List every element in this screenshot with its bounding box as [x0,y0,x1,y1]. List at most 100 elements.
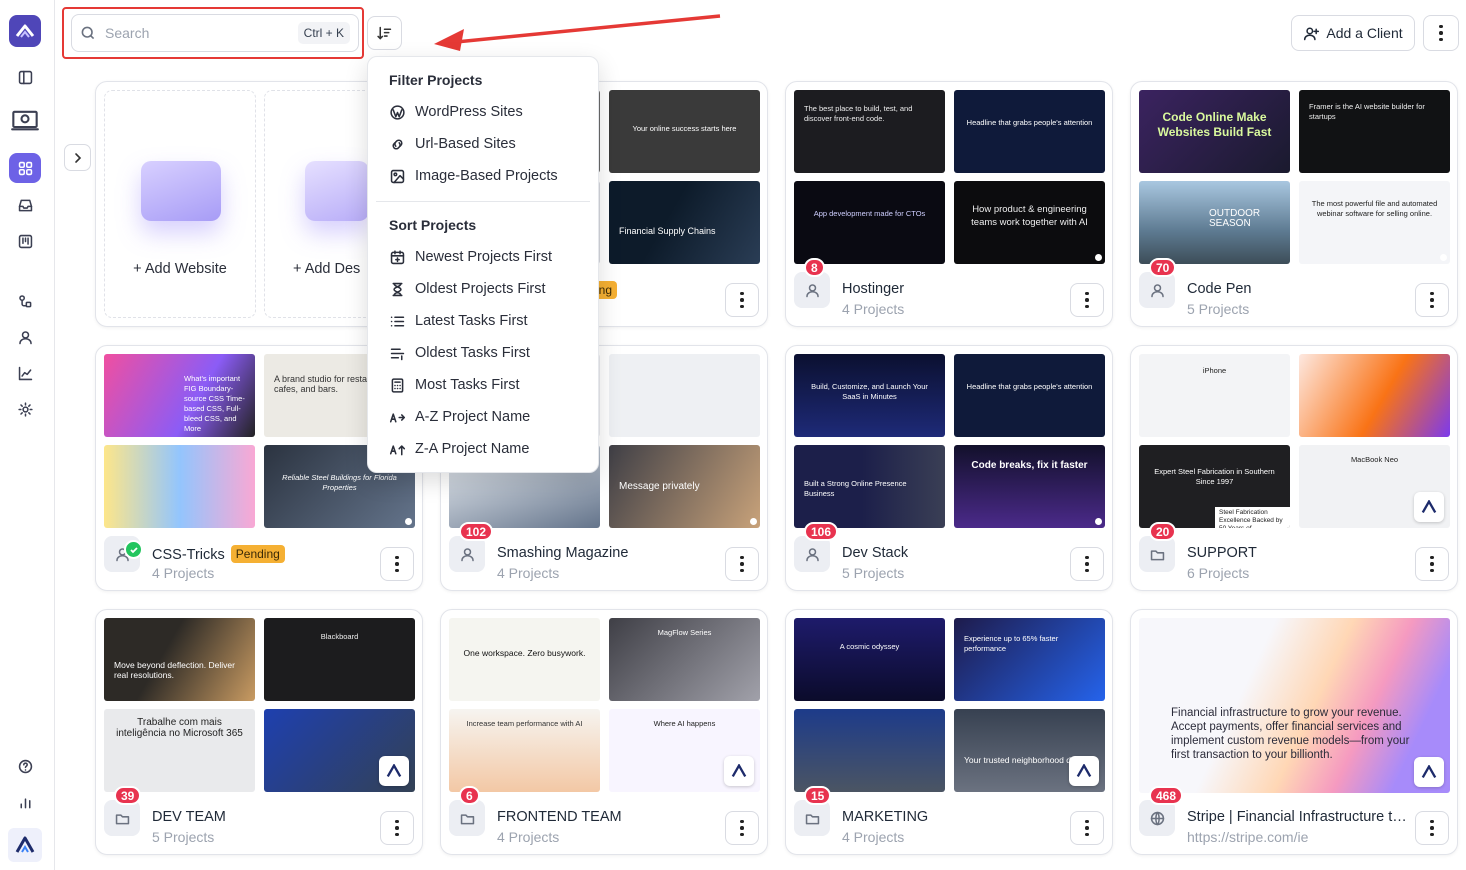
sort-most-tasks[interactable]: Most Tasks First [389,371,589,399]
thumbnail [104,445,255,528]
filter-wordpress-sites[interactable]: WordPress Sites [389,98,589,126]
card-subtitle: 5 Projects [1187,301,1250,317]
thumbnail [609,354,760,437]
project-card[interactable]: iPhone Expert Steel Fabrication in South… [1130,345,1458,591]
sidebar-toggle-icon[interactable] [9,62,41,92]
search-input[interactable] [105,25,298,41]
design-illustration [305,161,369,221]
sidebar-item-integrations[interactable] [9,286,41,316]
thumbnail: The best place to build, test, and disco… [794,90,945,173]
more-vertical-icon [740,291,744,309]
thumbnail: Your trusted neighborhood dentist [954,709,1105,792]
card-more-button[interactable] [1070,547,1104,581]
menu-item-label: Url-Based Sites [415,136,516,152]
thumbnail: Build, Customize, and Launch Your SaaS i… [794,354,945,437]
filter-image-based-projects[interactable]: Image-Based Projects [389,162,589,190]
wordpress-icon [390,104,405,120]
card-more-button[interactable] [1415,811,1449,845]
sort-z-a[interactable]: Z-A Project Name [389,435,589,463]
thumbnail: Move beyond deflection. Deliver real res… [104,618,255,701]
thumbnail: Headline that grabs people's attention [954,90,1105,173]
avatar [1139,272,1175,308]
thumbnail: Financial Supply Chains [609,181,760,264]
integrations-icon [18,294,31,307]
project-card[interactable]: Financial infrastructure to grow your re… [1130,609,1458,855]
card-more-button[interactable] [725,811,759,845]
sort-a-z[interactable]: A-Z Project Name [389,403,589,431]
thumbnail: Expert Steel Fabrication in Southern Sin… [1139,445,1290,528]
avatar [1139,536,1175,572]
card-more-button[interactable] [1070,811,1104,845]
sort-oldest-tasks[interactable]: Oldest Tasks First [389,339,589,367]
filter-heading: Filter Projects [389,72,483,88]
help-button[interactable] [9,751,41,781]
project-card[interactable]: Build, Customize, and Launch Your SaaS i… [785,345,1113,591]
card-more-button[interactable] [380,547,414,581]
filter-url-based-sites[interactable]: Url-Based Sites [389,130,589,158]
card-more-button[interactable] [725,547,759,581]
inbox-icon [18,199,32,211]
thumbnail: Increase team performance with AI [449,709,600,792]
add-client-label: Add a Client [1326,25,1403,41]
expand-panel-button[interactable] [64,144,91,171]
card-more-button[interactable] [725,283,759,317]
globe-icon [1150,811,1164,825]
workspace-illustration-icon[interactable] [9,102,41,138]
folder-icon [460,813,474,824]
sort-oldest-projects[interactable]: Oldest Projects First [389,275,589,303]
sort-filter-button[interactable] [367,16,402,50]
project-card[interactable]: Code Online Make Websites Build Fast Fra… [1130,81,1458,327]
a-z-icon [389,412,406,423]
notification-count: 70 [1149,258,1177,277]
thumbnail: Financial infrastructure to grow your re… [1139,618,1450,793]
sidebar-item-users[interactable] [9,322,41,352]
check-icon [124,540,143,559]
project-card[interactable]: Move beyond deflection. Deliver real res… [95,609,423,855]
annotation-arrow [434,14,721,51]
menu-item-label: A-Z Project Name [415,409,531,425]
add-client-button[interactable]: Add a Client [1291,15,1415,51]
notification-count: 8 [804,258,825,277]
add-user-icon [1304,26,1320,40]
brand-badge [379,756,409,786]
search-bar[interactable]: Ctrl + K [71,14,359,52]
board-icon [18,234,32,248]
app-logo[interactable] [9,15,41,47]
user-icon [1150,283,1164,297]
card-more-button[interactable] [1415,283,1449,317]
sidebar-item-analytics[interactable] [9,358,41,388]
thumbnail: Trabalhe com mais inteligência no Micros… [104,709,255,792]
brand-badge [1069,756,1099,786]
project-card[interactable]: One workspace. Zero busywork. MagFlow Se… [440,609,768,855]
notification-count: 20 [1149,522,1177,541]
gear-icon [17,401,33,417]
thumbnail: Built a Strong Online Presence Business [794,445,945,528]
bar-chart-icon [19,797,31,808]
brand-logo[interactable] [8,828,42,862]
project-card[interactable]: The best place to build, test, and disco… [785,81,1113,327]
sidebar-item-projects[interactable] [9,153,41,183]
sort-latest-tasks[interactable]: Latest Tasks First [389,307,589,335]
menu-item-label: Image-Based Projects [415,168,558,184]
card-more-button[interactable] [1070,283,1104,317]
header-more-button[interactable] [1423,15,1459,51]
sidebar-item-settings[interactable] [9,394,41,424]
more-vertical-icon [1430,291,1434,309]
sort-newest-projects[interactable]: Newest Projects First [389,243,589,271]
add-website-tile[interactable]: + Add Website [104,90,256,318]
status-badge: Pending [230,545,285,563]
sidebar-item-board[interactable] [9,226,41,256]
card-subtitle: 5 Projects [152,829,215,845]
sidebar-item-inbox[interactable] [9,190,41,220]
more-vertical-icon [1085,291,1089,309]
project-card[interactable]: A cosmic odyssey Experience up to 65% fa… [785,609,1113,855]
card-more-button[interactable] [380,811,414,845]
brand-badge [724,756,754,786]
sidebar-item-reports[interactable] [9,787,41,817]
card-more-button[interactable] [1415,547,1449,581]
card-subtitle: 4 Projects [497,565,560,581]
website-illustration [141,161,221,221]
notification-count: 106 [804,522,839,541]
notification-count: 15 [804,786,832,805]
notification-count: 39 [114,786,142,805]
